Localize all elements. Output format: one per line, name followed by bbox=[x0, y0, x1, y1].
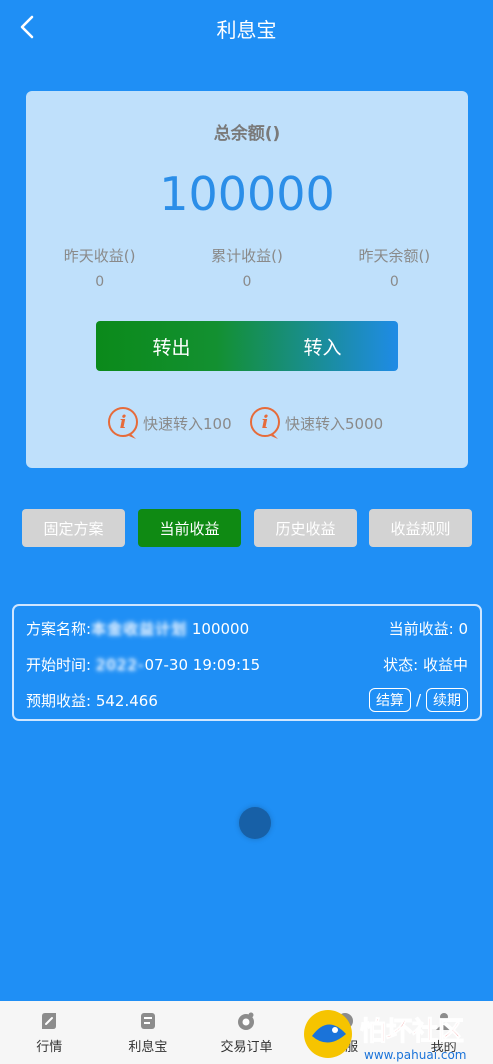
plan-row-name: 方案名称:本金收益计划 100000 当前收益: 0 bbox=[26, 616, 468, 640]
renew-button[interactable]: 续期 bbox=[426, 688, 468, 712]
total-balance-value: 100000 bbox=[159, 167, 335, 221]
balance-card: 总余额() 100000 昨天收益() 0 累计收益() 0 昨天余额() 0 … bbox=[26, 91, 468, 468]
stat-label: 昨天收益() bbox=[63, 247, 136, 265]
watermark-url: www.pahuai.com bbox=[364, 1048, 466, 1062]
stat-total-income: 累计收益() 0 bbox=[173, 245, 320, 290]
stat-label: 累计收益() bbox=[211, 247, 283, 265]
quick-transfer-label: 快速转入100 bbox=[143, 414, 232, 433]
stat-yesterday-income: 昨天收益() 0 bbox=[26, 245, 173, 290]
stat-value: 0 bbox=[242, 274, 252, 290]
current-income-value: 0 bbox=[458, 619, 468, 638]
quick-transfer-100[interactable]: i 快速转入100 bbox=[105, 405, 232, 441]
stat-value: 0 bbox=[95, 274, 105, 290]
quick-transfer-5000[interactable]: i 快速转入5000 bbox=[247, 405, 383, 441]
status-value: 收益中 bbox=[422, 655, 468, 674]
tab-bar: 固定方案 当前收益 历史收益 收益规则 bbox=[22, 509, 472, 547]
svg-text:i: i bbox=[120, 412, 127, 433]
nav-interest[interactable]: 利息宝 bbox=[99, 1001, 198, 1064]
orders-icon bbox=[238, 1012, 255, 1030]
stats-row: 昨天收益() 0 累计收益() 0 昨天余额() 0 bbox=[26, 245, 468, 290]
settle-button[interactable]: 结算 bbox=[368, 688, 411, 712]
total-balance-label: 总余额() bbox=[213, 124, 281, 144]
nav-label: 交易订单 bbox=[220, 1040, 273, 1055]
separator: / bbox=[415, 691, 421, 709]
tab-fixed-plan[interactable]: 固定方案 bbox=[22, 509, 125, 547]
stat-label: 昨天余额() bbox=[358, 247, 431, 265]
plan-card: 方案名称:本金收益计划 100000 当前收益: 0 开始时间: 2022-07… bbox=[12, 604, 482, 721]
transfer-in-button[interactable]: 转入 bbox=[247, 321, 398, 371]
stat-value: 0 bbox=[389, 274, 399, 290]
info-icon: i bbox=[108, 407, 138, 439]
plan-row-time: 开始时间: 2022-07-30 19:09:15 状态: 收益中 bbox=[26, 652, 468, 676]
nav-label: 利息宝 bbox=[128, 1040, 168, 1055]
stat-yesterday-balance: 昨天余额() 0 bbox=[321, 245, 468, 290]
plan-amount: 100000 bbox=[191, 619, 250, 638]
expected-income-label: 预期收益: bbox=[26, 691, 92, 710]
interest-icon bbox=[140, 1013, 155, 1029]
status-label: 状态: bbox=[383, 655, 419, 674]
expected-income-value: 542.466 bbox=[95, 691, 158, 710]
watermark-logo: 怕坏社区 www.pahuai.com bbox=[304, 1010, 466, 1062]
nav-label: 行情 bbox=[36, 1040, 63, 1055]
plan-row-expected: 预期收益: 542.466 结算 / 续期 bbox=[26, 688, 468, 712]
quick-transfer-label: 快速转入5000 bbox=[285, 414, 384, 433]
transfer-button-group: 转出 转入 bbox=[96, 321, 398, 371]
market-icon bbox=[42, 1013, 57, 1029]
info-icon: i bbox=[250, 407, 280, 439]
floating-dot[interactable] bbox=[239, 807, 271, 839]
page-title: 利息宝 bbox=[216, 18, 277, 42]
start-time-label: 开始时间: bbox=[26, 655, 92, 674]
nav-orders[interactable]: 交易订单 bbox=[197, 1001, 296, 1064]
watermark-text: 怕坏社区 bbox=[360, 1016, 464, 1047]
current-income-label: 当前收益: bbox=[388, 619, 454, 638]
svg-text:i: i bbox=[262, 412, 269, 433]
start-time-obscured: 2022- bbox=[95, 655, 145, 674]
tab-current-income[interactable]: 当前收益 bbox=[138, 509, 241, 547]
plan-name-obscured: 本金收益计划 bbox=[91, 619, 188, 638]
header: 利息宝 bbox=[0, 0, 493, 56]
nav-market[interactable]: 行情 bbox=[0, 1001, 99, 1064]
tab-income-rules[interactable]: 收益规则 bbox=[369, 509, 472, 547]
plan-name-label: 方案名称: bbox=[26, 619, 92, 638]
start-time-value: 07-30 19:09:15 bbox=[144, 655, 261, 674]
transfer-out-button[interactable]: 转出 bbox=[96, 321, 247, 371]
tab-history-income[interactable]: 历史收益 bbox=[254, 509, 357, 547]
